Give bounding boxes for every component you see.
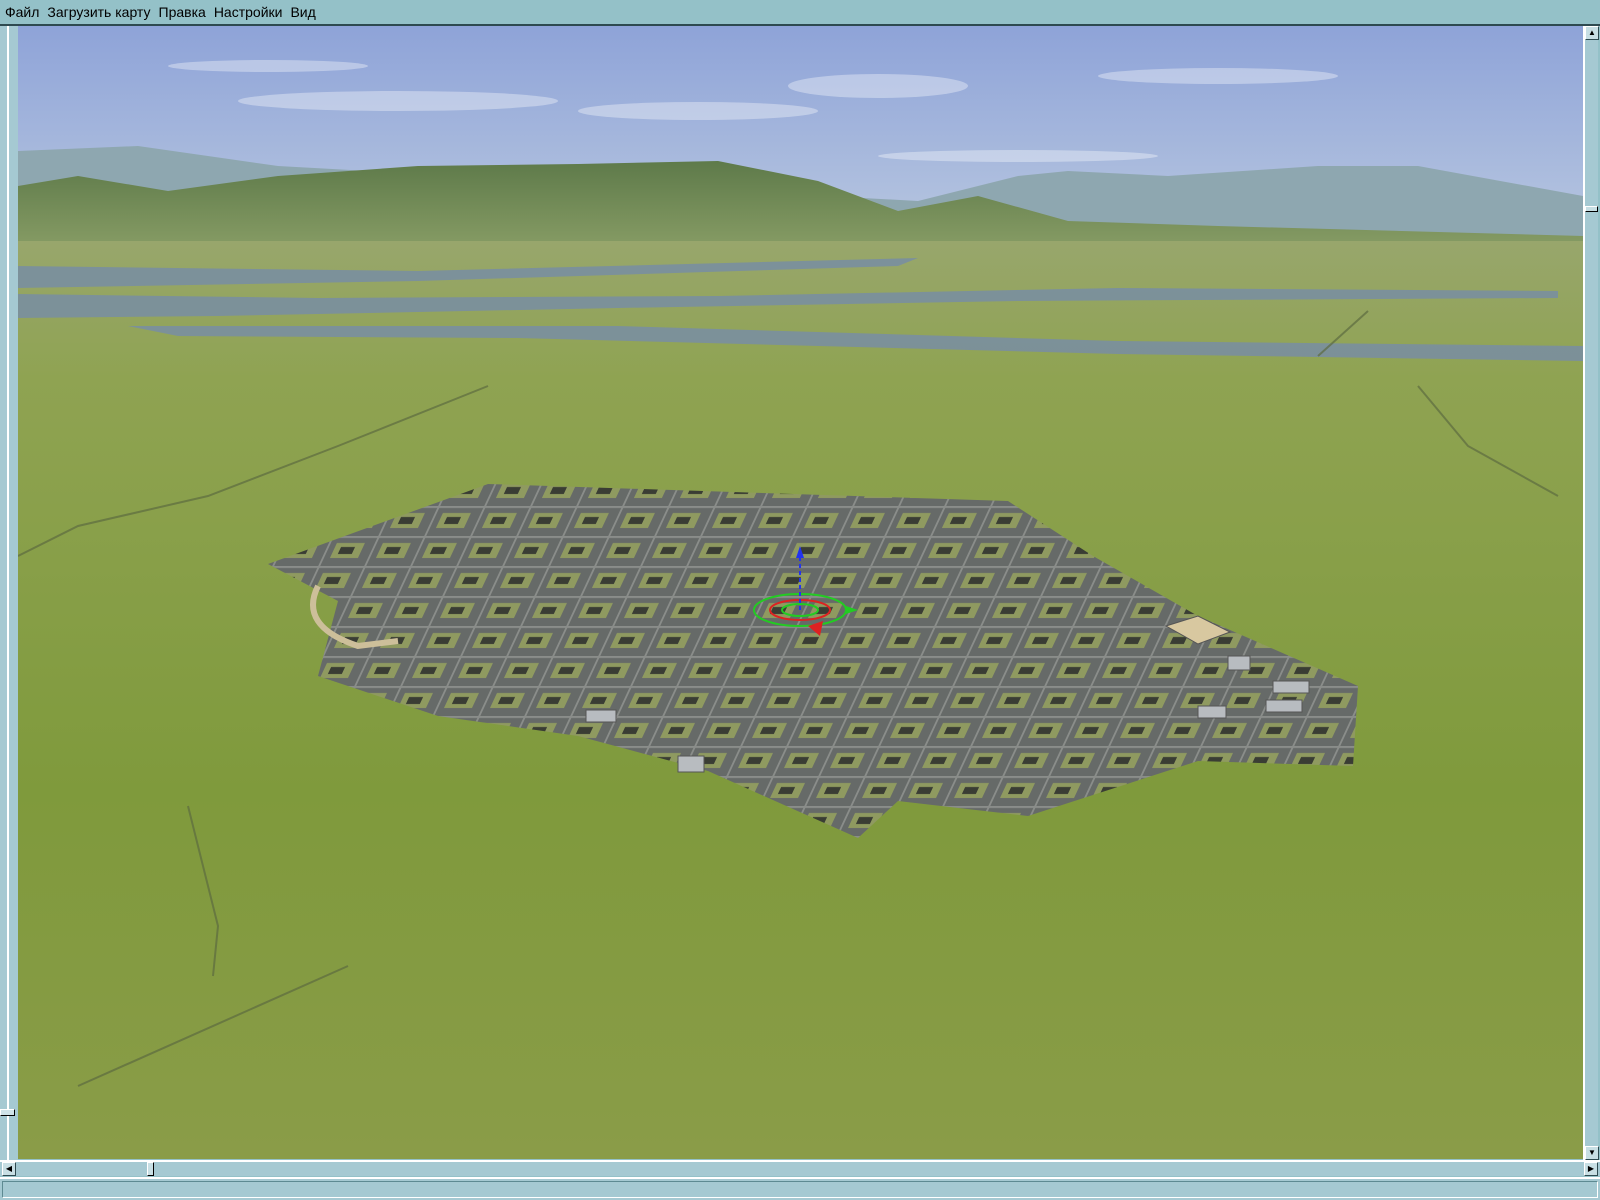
scroll-left-button[interactable]: ◀: [2, 1162, 16, 1176]
terrain-scene[interactable]: [18, 26, 1583, 1159]
scroll-up-button[interactable]: ▲: [1585, 26, 1599, 40]
menu-file[interactable]: Файл: [0, 4, 42, 20]
splitter-handle[interactable]: [0, 1109, 15, 1116]
menu-view[interactable]: Вид: [285, 4, 318, 20]
scroll-down-button[interactable]: ▼: [1585, 1146, 1599, 1160]
vertical-scrollbar[interactable]: ▲ ▼: [1583, 26, 1599, 1160]
status-text: [2, 1181, 1598, 1198]
left-splitter[interactable]: [0, 26, 18, 1160]
status-bar: [0, 1177, 1600, 1200]
horizontal-scroll-thumb[interactable]: [147, 1162, 154, 1176]
menu-edit[interactable]: Правка: [154, 4, 209, 20]
menu-load-map[interactable]: Загрузить карту: [42, 4, 153, 20]
menu-settings[interactable]: Настройки: [209, 4, 286, 20]
vertical-scroll-thumb[interactable]: [1585, 206, 1598, 212]
splitter-line: [7, 26, 9, 1160]
scroll-right-button[interactable]: ▶: [1584, 1162, 1598, 1176]
horizontal-scrollbar[interactable]: ◀ ▶: [0, 1160, 1600, 1176]
menu-bar: Файл Загрузить карту Правка Настройки Ви…: [0, 0, 1600, 26]
3d-viewport[interactable]: [18, 26, 1583, 1159]
